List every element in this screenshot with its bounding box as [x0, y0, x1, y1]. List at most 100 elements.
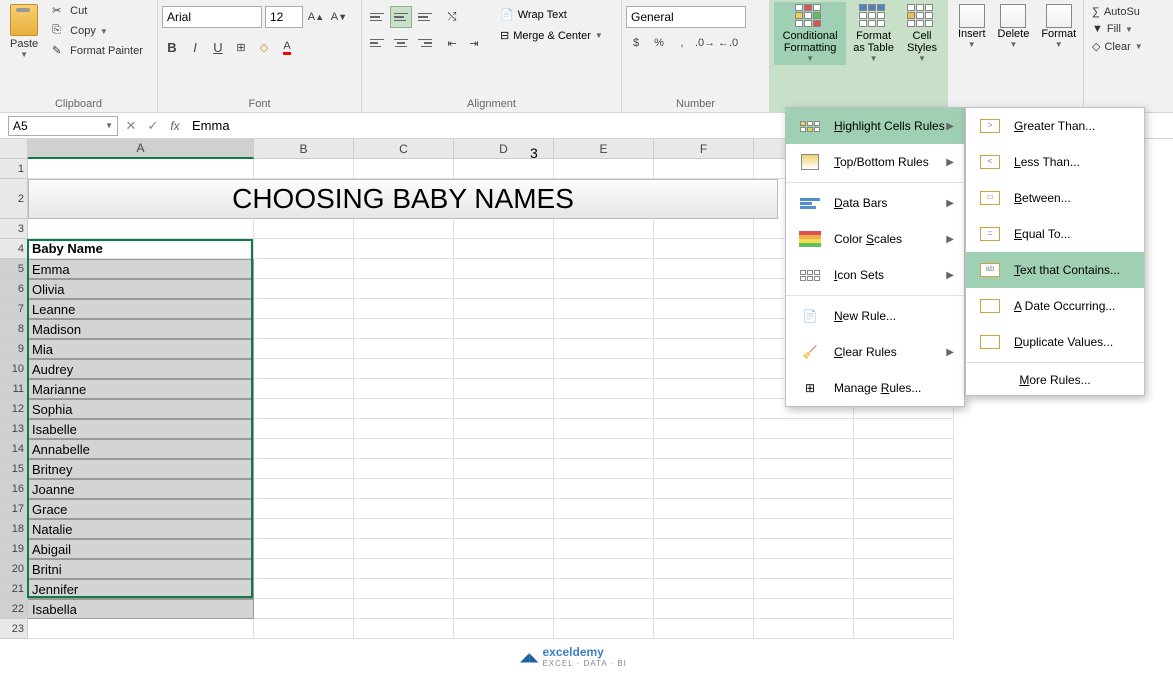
cell-C15[interactable] [354, 459, 454, 479]
col-header-A[interactable]: A [28, 139, 254, 159]
cell-B9[interactable] [254, 339, 354, 359]
number-format-select[interactable] [626, 6, 746, 28]
cell-B4[interactable] [254, 239, 354, 259]
cell-B5[interactable] [254, 259, 354, 279]
cell-B3[interactable] [254, 219, 354, 239]
delete-button[interactable]: Delete▼ [992, 2, 1036, 51]
autosum-button[interactable]: ∑AutoSu [1088, 4, 1144, 20]
menu-duplicate-values[interactable]: Duplicate Values... [966, 324, 1144, 360]
col-header-C[interactable]: C [354, 139, 454, 159]
select-all-corner[interactable] [0, 139, 28, 159]
cell-C9[interactable] [354, 339, 454, 359]
cell-G14[interactable] [754, 439, 854, 459]
increase-decimal-button[interactable]: .0→ [695, 32, 715, 54]
cell-H17[interactable] [854, 499, 954, 519]
menu-highlight-cells-rules[interactable]: Highlight Cells Rules ▶ [786, 108, 964, 144]
cell-G16[interactable] [754, 479, 854, 499]
cell-B13[interactable] [254, 419, 354, 439]
cell-F19[interactable] [654, 539, 754, 559]
wrap-text-button[interactable]: 📄Wrap Text [496, 6, 607, 23]
cell-A16[interactable]: Joanne [28, 479, 254, 499]
cell-styles-button[interactable]: Cell Styles▼ [901, 2, 943, 65]
cell-B6[interactable] [254, 279, 354, 299]
cell-E12[interactable] [554, 399, 654, 419]
cell-C5[interactable] [354, 259, 454, 279]
cell-A13[interactable]: Isabelle [28, 419, 254, 439]
cell-F11[interactable] [654, 379, 754, 399]
menu-icon-sets[interactable]: Icon Sets ▶ [786, 257, 964, 293]
cell-F8[interactable] [654, 319, 754, 339]
cell-A21[interactable]: Jennifer [28, 579, 254, 599]
cell-C7[interactable] [354, 299, 454, 319]
cell-C23[interactable] [354, 619, 454, 639]
cell-A22[interactable]: Isabella [28, 599, 254, 619]
cell-G23[interactable] [754, 619, 854, 639]
cell-D15[interactable] [454, 459, 554, 479]
row-header-6[interactable]: 6 [0, 279, 28, 299]
row-header-15[interactable]: 15 [0, 459, 28, 479]
cell-D22[interactable] [454, 599, 554, 619]
accounting-format-button[interactable]: $ [626, 32, 646, 54]
cell-F14[interactable] [654, 439, 754, 459]
cell-B11[interactable] [254, 379, 354, 399]
cell-F9[interactable] [654, 339, 754, 359]
cell-H15[interactable] [854, 459, 954, 479]
cell-D10[interactable] [454, 359, 554, 379]
cell-G22[interactable] [754, 599, 854, 619]
cell-C17[interactable] [354, 499, 454, 519]
cell-D13[interactable] [454, 419, 554, 439]
clear-button[interactable]: ◇Clear▼ [1088, 38, 1147, 55]
menu-clear-rules[interactable]: 🧹 Clear Rules ▶ [786, 334, 964, 370]
cell-E21[interactable] [554, 579, 654, 599]
cell-A20[interactable]: Britni [28, 559, 254, 579]
align-left-button[interactable] [366, 32, 388, 54]
cell-B1[interactable] [254, 159, 354, 179]
format-as-table-button[interactable]: Format as Table▼ [846, 2, 901, 65]
row-header-17[interactable]: 17 [0, 499, 28, 519]
cell-D19[interactable] [454, 539, 554, 559]
menu-data-bars[interactable]: Data Bars ▶ [786, 185, 964, 221]
cell-A19[interactable]: Abigail [28, 539, 254, 559]
cell-E15[interactable] [554, 459, 654, 479]
bold-button[interactable]: B [162, 36, 182, 58]
menu-text-contains[interactable]: ab Text that Contains... [966, 252, 1144, 288]
cell-B23[interactable] [254, 619, 354, 639]
cell-F12[interactable] [654, 399, 754, 419]
row-header-10[interactable]: 10 [0, 359, 28, 379]
cell-C10[interactable] [354, 359, 454, 379]
cell-D7[interactable] [454, 299, 554, 319]
cut-button[interactable]: ✂Cut [48, 2, 147, 20]
cell-E5[interactable] [554, 259, 654, 279]
cell-F22[interactable] [654, 599, 754, 619]
cell-F13[interactable] [654, 419, 754, 439]
cell-C4[interactable] [354, 239, 454, 259]
align-middle-button[interactable] [390, 6, 412, 28]
cell-C11[interactable] [354, 379, 454, 399]
copy-button[interactable]: ⎘Copy▼ [48, 22, 147, 40]
cell-C13[interactable] [354, 419, 454, 439]
cell-D21[interactable] [454, 579, 554, 599]
cell-H19[interactable] [854, 539, 954, 559]
cell-F23[interactable] [654, 619, 754, 639]
cell-F16[interactable] [654, 479, 754, 499]
cell-C19[interactable] [354, 539, 454, 559]
cell-G18[interactable] [754, 519, 854, 539]
cell-H18[interactable] [854, 519, 954, 539]
cell-A18[interactable]: Natalie [28, 519, 254, 539]
row-header-13[interactable]: 13 [0, 419, 28, 439]
cell-B14[interactable] [254, 439, 354, 459]
cell-C18[interactable] [354, 519, 454, 539]
cell-E19[interactable] [554, 539, 654, 559]
cell-G19[interactable] [754, 539, 854, 559]
row-header-8[interactable]: 8 [0, 319, 28, 339]
cell-E17[interactable] [554, 499, 654, 519]
cell-E3[interactable] [554, 219, 654, 239]
align-top-button[interactable] [366, 6, 388, 28]
cell-B20[interactable] [254, 559, 354, 579]
cell-H14[interactable] [854, 439, 954, 459]
cell-D17[interactable] [454, 499, 554, 519]
align-bottom-button[interactable] [414, 6, 436, 28]
cell-A11[interactable]: Marianne [28, 379, 254, 399]
row-header-11[interactable]: 11 [0, 379, 28, 399]
cell-E9[interactable] [554, 339, 654, 359]
